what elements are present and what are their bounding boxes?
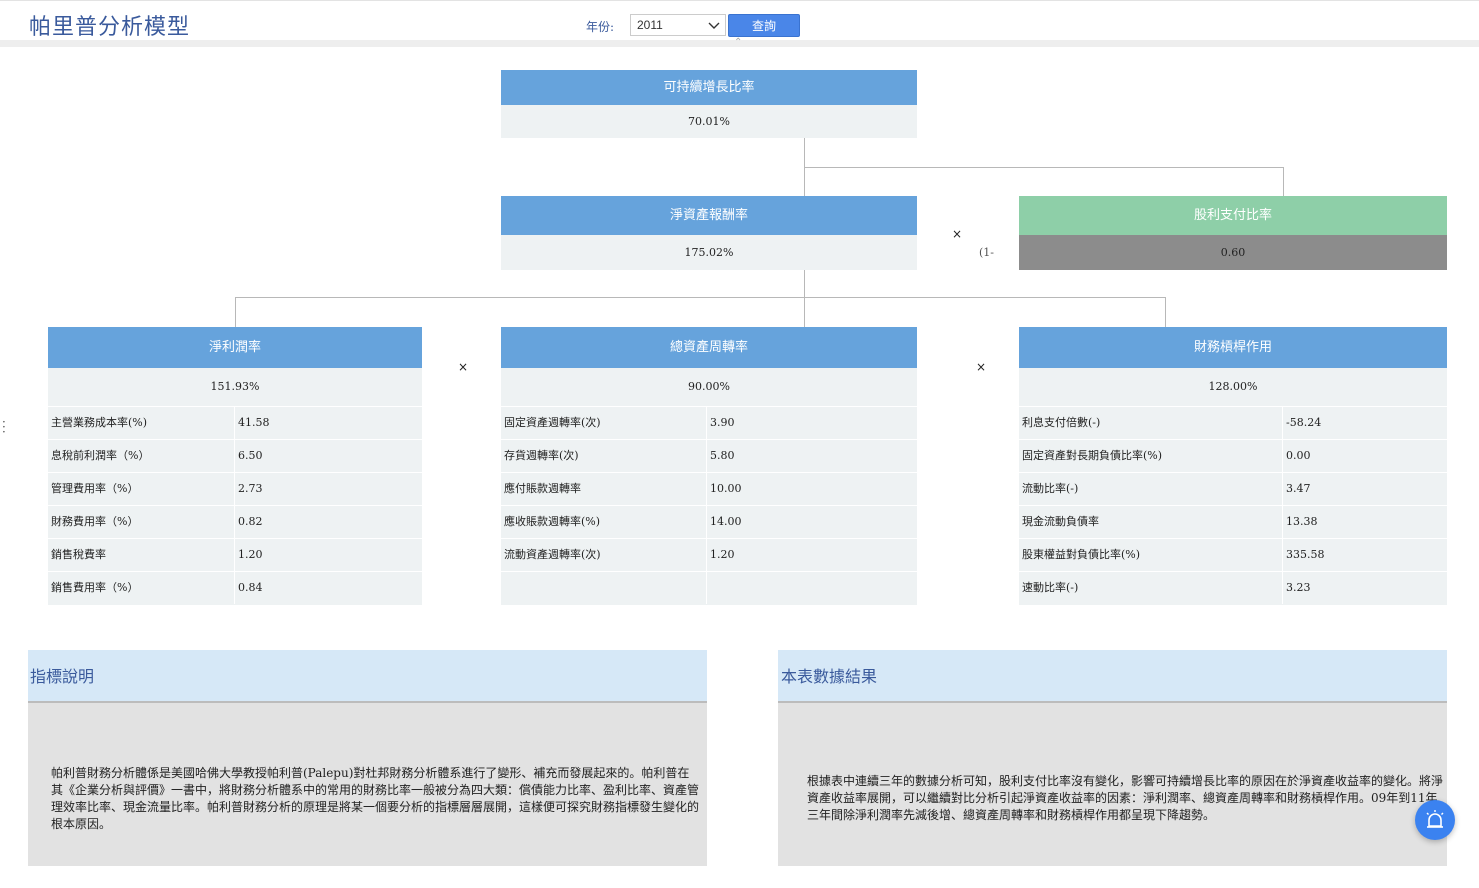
connector-line bbox=[1165, 297, 1166, 327]
row-value: 2.73 bbox=[238, 482, 263, 495]
row-label: 現金流動負債率 bbox=[1019, 506, 1283, 538]
row-value: 1.20 bbox=[710, 548, 735, 561]
roe-header: 淨資產報酬率 bbox=[501, 196, 917, 235]
multiply-operator: × bbox=[952, 227, 963, 241]
row-label: 流動資產週轉率(次) bbox=[501, 539, 707, 571]
table-row: 財務費用率（%） 0.82 bbox=[48, 505, 422, 538]
connector-line bbox=[235, 297, 1166, 298]
leverage-table: 利息支付倍數(-) -58.24 固定資產對長期負債比率(%) 0.00 流動比率(… bbox=[1019, 406, 1447, 605]
net-margin-value: 151.93% bbox=[48, 368, 422, 406]
row-value: 14.00 bbox=[710, 515, 742, 528]
year-select-value: 2011 bbox=[637, 18, 663, 32]
table-row: 管理費用率（%） 2.73 bbox=[48, 472, 422, 505]
row-value: 3.90 bbox=[710, 416, 735, 429]
row-value: 10.00 bbox=[710, 482, 742, 495]
collapse-up-icon[interactable]: ⌃ bbox=[734, 38, 742, 48]
table-row: 現金流動負債率 13.38 bbox=[1019, 505, 1447, 538]
table-row: 流動比率(-) 3.47 bbox=[1019, 472, 1447, 505]
row-label: 存貨週轉率(次) bbox=[501, 440, 707, 472]
row-label: 銷售稅費率 bbox=[48, 539, 235, 571]
roe-value: 175.02% bbox=[501, 235, 917, 270]
result-panel-text: 根據表中連續三年的數據分析可知，股利支付比率沒有變化，影響可持續增長比率的原因在… bbox=[807, 774, 1444, 822]
floating-alarm-button[interactable] bbox=[1415, 800, 1455, 840]
alarm-icon bbox=[1426, 810, 1444, 828]
asset-turnover-header: 總資產周轉率 bbox=[501, 327, 917, 368]
table-row: 主營業務成本率(%) 41.58 bbox=[48, 406, 422, 439]
row-label: 流動比率(-) bbox=[1019, 473, 1283, 505]
row-label: 息稅前利潤率（%） bbox=[48, 440, 235, 472]
row-label: 固定資產對長期負債比率(%) bbox=[1019, 440, 1283, 472]
row-value: 0.84 bbox=[238, 581, 263, 594]
table-row: 利息支付倍數(-) -58.24 bbox=[1019, 406, 1447, 439]
result-panel-title: 本表數據結果 bbox=[778, 650, 1447, 703]
multiply-operator: × bbox=[976, 360, 987, 374]
result-panel-body: 根據表中連續三年的數據分析可知，股利支付比率沒有變化，影響可持續增長比率的原因在… bbox=[778, 703, 1447, 866]
row-label: 固定資產週轉率(次) bbox=[501, 407, 707, 439]
more-vertical-icon[interactable]: · · · bbox=[2, 416, 6, 438]
row-value: 6.50 bbox=[238, 449, 263, 462]
table-row: 銷售費用率（%） 0.84 bbox=[48, 571, 422, 605]
leverage-header: 財務槓桿作用 bbox=[1019, 327, 1447, 368]
dividend-payout-value: 0.60 bbox=[1019, 235, 1447, 270]
sustainable-growth-header: 可持續增長比率 bbox=[501, 70, 917, 105]
row-value: 1.20 bbox=[238, 548, 263, 561]
row-value: 3.23 bbox=[1286, 581, 1311, 594]
table-row: 應收賬款週轉率(%) 14.00 bbox=[501, 505, 917, 538]
row-label: 主營業務成本率(%) bbox=[48, 407, 235, 439]
connector-line bbox=[1283, 167, 1284, 196]
sustainable-growth-value: 70.01% bbox=[501, 105, 917, 138]
row-label: 應付賬款週轉率 bbox=[501, 473, 707, 505]
net-margin-table: 主營業務成本率(%) 41.58 息稅前利潤率（%） 6.50 管理費用率（%） 2.… bbox=[48, 406, 422, 605]
connector-line bbox=[235, 297, 236, 327]
row-label: 財務費用率（%） bbox=[48, 506, 235, 538]
row-label: 速動比率(-) bbox=[1019, 572, 1283, 604]
table-row: 流動資產週轉率(次) 1.20 bbox=[501, 538, 917, 571]
row-label: 利息支付倍數(-) bbox=[1019, 407, 1283, 439]
row-value: 0.00 bbox=[1286, 449, 1311, 462]
year-select[interactable]: 2011 bbox=[630, 14, 726, 36]
row-value: 5.80 bbox=[710, 449, 735, 462]
asset-turnover-value: 90.00% bbox=[501, 368, 917, 406]
row-label: 股東權益對負債比率(%) bbox=[1019, 539, 1283, 571]
indicator-panel-text: 帕利普財務分析體係是美國哈佛大學教授帕利普(Palepu)對杜邦財務分析體系進行… bbox=[51, 766, 700, 831]
row-value: 3.47 bbox=[1286, 482, 1311, 495]
indicator-panel-body: 帕利普財務分析體係是美國哈佛大學教授帕利普(Palepu)對杜邦財務分析體系進行… bbox=[28, 703, 707, 866]
table-row: 銷售稅費率 1.20 bbox=[48, 538, 422, 571]
indicator-panel-title: 指標說明 bbox=[28, 650, 707, 703]
row-value: 13.38 bbox=[1286, 515, 1318, 528]
one-minus-label: (1- bbox=[979, 246, 995, 259]
table-row: 息稅前利潤率（%） 6.50 bbox=[48, 439, 422, 472]
table-row: 速動比率(-) 3.23 bbox=[1019, 571, 1447, 605]
table-row: 固定資產週轉率(次) 3.90 bbox=[501, 406, 917, 439]
multiply-operator: × bbox=[458, 360, 469, 374]
year-label: 年份: bbox=[586, 20, 615, 34]
row-value: -58.24 bbox=[1286, 416, 1322, 429]
table-row bbox=[501, 571, 917, 605]
table-row: 存貨週轉率(次) 5.80 bbox=[501, 439, 917, 472]
table-row: 固定資產對長期負債比率(%) 0.00 bbox=[1019, 439, 1447, 472]
row-value bbox=[707, 572, 710, 604]
connector-line bbox=[804, 270, 805, 327]
connector-line bbox=[804, 167, 1284, 168]
row-value: 335.58 bbox=[1286, 548, 1325, 561]
dividend-payout-header: 股利支付比率 bbox=[1019, 196, 1447, 235]
row-label: 應收賬款週轉率(%) bbox=[501, 506, 707, 538]
leverage-value: 128.00% bbox=[1019, 368, 1447, 406]
query-button[interactable]: 查詢 bbox=[728, 14, 800, 37]
row-label bbox=[501, 572, 707, 604]
asset-turnover-table: 固定資產週轉率(次) 3.90 存貨週轉率(次) 5.80 應付賬款週轉率 10.00… bbox=[501, 406, 917, 605]
row-value: 41.58 bbox=[238, 416, 270, 429]
row-label: 管理費用率（%） bbox=[48, 473, 235, 505]
table-row: 應付賬款週轉率 10.00 bbox=[501, 472, 917, 505]
net-margin-header: 淨利潤率 bbox=[48, 327, 422, 368]
row-value: 0.82 bbox=[238, 515, 263, 528]
page-title: 帕里普分析模型 bbox=[29, 15, 191, 40]
table-row: 股東權益對負債比率(%) 335.58 bbox=[1019, 538, 1447, 571]
chevron-down-icon bbox=[708, 22, 720, 29]
row-label: 銷售費用率（%） bbox=[48, 572, 235, 604]
